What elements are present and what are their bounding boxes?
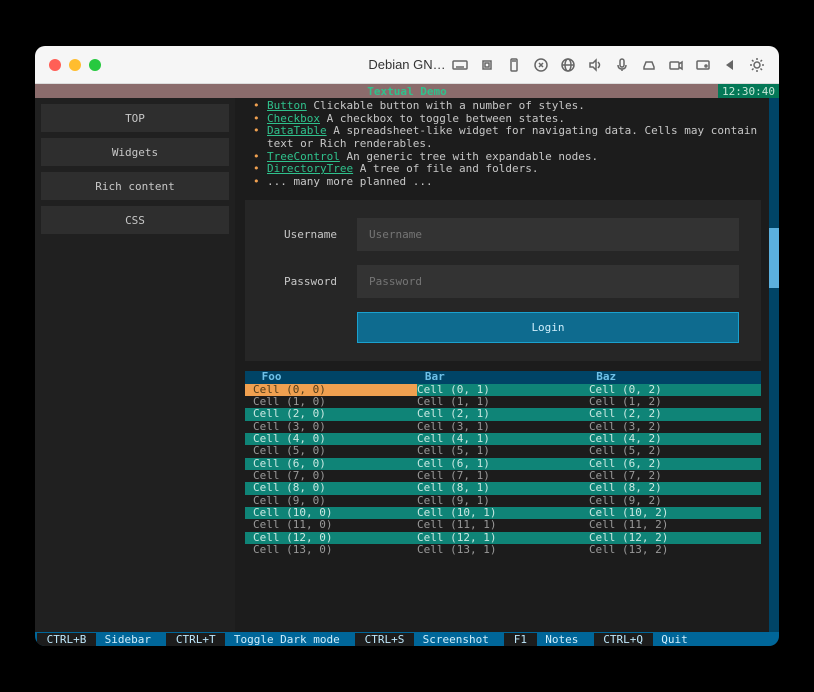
sidebar-item-widgets[interactable]: Widgets (41, 138, 229, 166)
minimize-window-button[interactable] (69, 59, 81, 71)
table-cell[interactable]: Cell (13, 1) (417, 544, 589, 556)
footer-label: Screenshot (416, 633, 502, 646)
microphone-icon[interactable] (614, 57, 630, 73)
login-button[interactable]: Login (357, 312, 739, 343)
footer-key[interactable]: CTRL+Q (594, 633, 653, 646)
table-cell[interactable]: Cell (5, 1) (417, 445, 589, 457)
table-row[interactable]: Cell (5, 0)Cell (5, 1)Cell (5, 2) (245, 445, 761, 457)
footer-key[interactable]: F1 (504, 633, 537, 646)
footer-key[interactable]: CTRL+B (37, 633, 96, 646)
clock: 12:30:40 (718, 84, 779, 98)
username-input[interactable] (357, 218, 739, 251)
list-item: DirectoryTree A tree of file and folders… (251, 163, 769, 176)
column-header[interactable]: Foo (247, 371, 418, 383)
table-cell[interactable]: Cell (11, 0) (245, 519, 417, 531)
sidebar-item-rich-content[interactable]: Rich content (41, 172, 229, 200)
table-cell[interactable]: Cell (8, 1) (417, 482, 589, 494)
table-row[interactable]: Cell (11, 0)Cell (11, 1)Cell (11, 2) (245, 519, 761, 531)
close-window-button[interactable] (49, 59, 61, 71)
table-cell[interactable]: Cell (2, 1) (417, 408, 589, 420)
username-label: Username (267, 228, 357, 241)
app-header: Textual Demo 12:30:40 (35, 84, 779, 98)
app-title: Textual Demo (367, 85, 446, 98)
list-item: Button Clickable button with a number of… (251, 100, 769, 113)
password-input[interactable] (357, 265, 739, 298)
maximize-window-button[interactable] (89, 59, 101, 71)
cpu-icon[interactable] (479, 57, 495, 73)
table-cell[interactable]: Cell (2, 0) (245, 408, 417, 420)
column-header[interactable]: Baz (590, 371, 761, 383)
password-label: Password (267, 275, 357, 288)
keyboard-icon[interactable] (452, 57, 468, 73)
sidebar-item-top[interactable]: TOP (41, 104, 229, 132)
list-item: DataTable A spreadsheet-like widget for … (251, 125, 769, 150)
table-row[interactable]: Cell (2, 0)Cell (2, 1)Cell (2, 2) (245, 408, 761, 420)
list-item: ... many more planned ... (251, 176, 769, 189)
window-title: Debian GN… (368, 57, 445, 72)
login-form: Username Password Login (245, 200, 761, 361)
scrollbar-thumb[interactable] (769, 228, 779, 288)
data-table[interactable]: Foo Bar BazCell (0, 0)Cell (0, 1)Cell (0… (245, 371, 761, 556)
table-cell[interactable]: Cell (5, 0) (245, 445, 417, 457)
footer-label: Sidebar (98, 633, 164, 646)
footer-key[interactable]: CTRL+T (166, 633, 225, 646)
table-cell[interactable]: Cell (2, 2) (589, 408, 761, 420)
back-triangle-icon[interactable] (722, 57, 738, 73)
table-cell[interactable]: Cell (11, 1) (417, 519, 589, 531)
menubar-icons (452, 57, 765, 73)
footer-label: Quit (655, 633, 701, 646)
volume-icon[interactable] (587, 57, 603, 73)
camera-icon[interactable] (668, 57, 684, 73)
footer: CTRL+B Sidebar CTRL+T Toggle Dark mode C… (35, 632, 779, 646)
table-cell[interactable]: Cell (8, 2) (589, 482, 761, 494)
scrollbar-track[interactable] (769, 98, 779, 632)
terminal: Textual Demo 12:30:40 TOP Widgets Rich con… (35, 84, 779, 646)
table-row[interactable]: Cell (12, 0)Cell (12, 1)Cell (12, 2) (245, 532, 761, 544)
main-content: Button Clickable button with a number of… (235, 98, 779, 632)
globe-icon[interactable] (560, 57, 576, 73)
widget-list: Button Clickable button with a number of… (235, 98, 769, 196)
disk-icon[interactable] (641, 57, 657, 73)
footer-label: Notes (539, 633, 592, 646)
titlebar: Debian GN… (35, 46, 779, 84)
table-cell[interactable]: Cell (12, 0) (245, 532, 417, 544)
display-icon[interactable] (695, 57, 711, 73)
table-header-row: Foo Bar Baz (245, 371, 761, 383)
table-cell[interactable]: Cell (5, 2) (589, 445, 761, 457)
table-cell[interactable]: Cell (12, 1) (417, 532, 589, 544)
table-row[interactable]: Cell (8, 0)Cell (8, 1)Cell (8, 2) (245, 482, 761, 494)
table-cell[interactable]: Cell (11, 2) (589, 519, 761, 531)
table-cell[interactable]: Cell (8, 0) (245, 482, 417, 494)
sidebar-item-css[interactable]: CSS (41, 206, 229, 234)
table-cell[interactable]: Cell (12, 2) (589, 532, 761, 544)
footer-label: Toggle Dark mode (227, 633, 353, 646)
table-cell[interactable]: Cell (13, 0) (245, 544, 417, 556)
footer-key[interactable]: CTRL+S (355, 633, 414, 646)
table-row[interactable]: Cell (13, 0)Cell (13, 1)Cell (13, 2) (245, 544, 761, 556)
column-header[interactable]: Bar (418, 371, 589, 383)
app-window: Debian GN… Textual Demo 12:30:40 TOP Widg… (35, 46, 779, 646)
table-cell[interactable]: Cell (13, 2) (589, 544, 761, 556)
gear-icon[interactable] (749, 57, 765, 73)
usb-icon[interactable] (506, 57, 522, 73)
sidebar: TOP Widgets Rich content CSS (35, 98, 235, 632)
compass-icon[interactable] (533, 57, 549, 73)
